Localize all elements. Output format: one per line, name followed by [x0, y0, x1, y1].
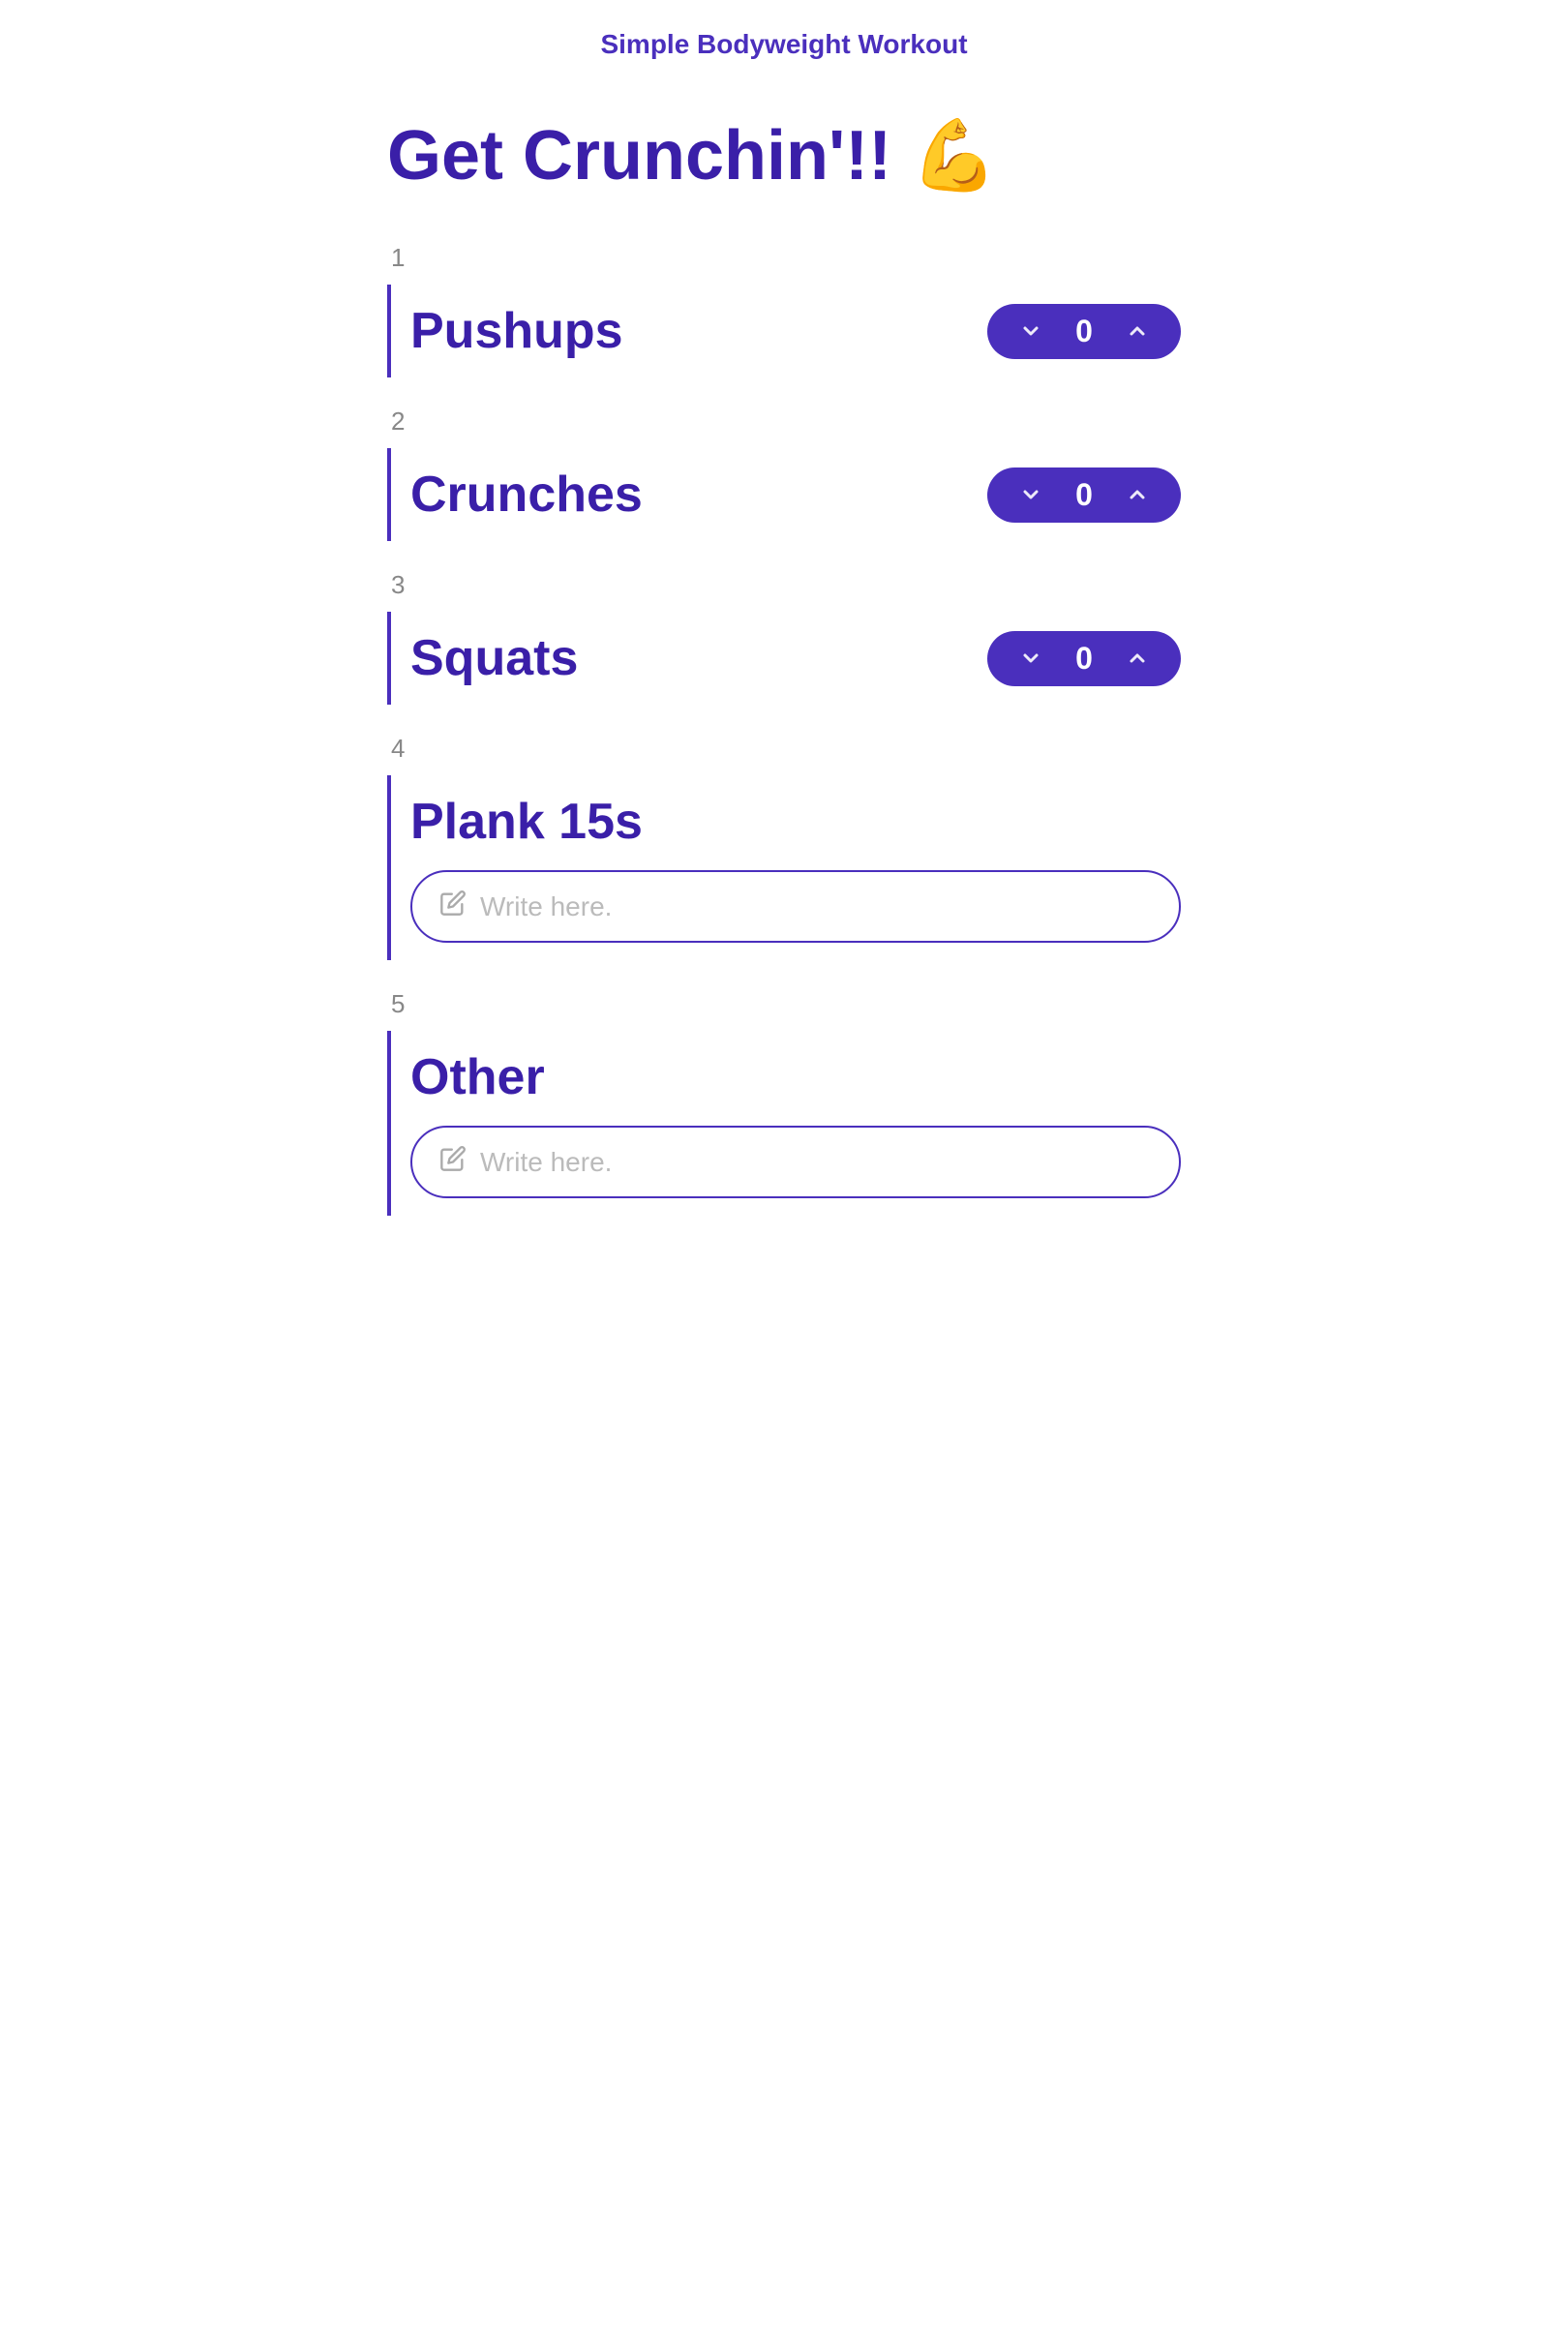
counter-value-1: 0: [1070, 314, 1099, 349]
exercise-row-2: Crunches 0: [387, 448, 1181, 541]
exercise-name-4: Plank 15s: [410, 793, 1181, 851]
exercise-name-1: Pushups: [410, 302, 623, 360]
counter-control-1: 0: [987, 304, 1181, 359]
exercise-section-3: 3 Squats 0: [387, 570, 1181, 705]
exercise-row-3: Squats 0: [387, 612, 1181, 705]
exercise-row-1: Pushups 0: [387, 285, 1181, 377]
text-input-wrapper-5: [410, 1126, 1181, 1198]
exercise-number-1: 1: [387, 243, 1181, 273]
increment-button-2[interactable]: [1122, 479, 1153, 510]
exercise-section-5: 5 Other: [387, 989, 1181, 1216]
exercise-section-4: 4 Plank 15s: [387, 734, 1181, 960]
exercise-row-5: Other: [387, 1031, 1181, 1216]
exercise-name-2: Crunches: [410, 466, 643, 524]
pencil-icon-4: [439, 890, 467, 923]
exercise-number-3: 3: [387, 570, 1181, 600]
text-input-field-5[interactable]: [480, 1147, 1152, 1178]
pencil-icon-5: [439, 1145, 467, 1179]
exercise-number-5: 5: [387, 989, 1181, 1019]
counter-value-3: 0: [1070, 641, 1099, 677]
main-heading: Get Crunchin'!! 💪: [387, 118, 1181, 195]
text-input-wrapper-4: [410, 870, 1181, 943]
text-input-field-4[interactable]: [480, 891, 1152, 922]
exercise-number-4: 4: [387, 734, 1181, 764]
increment-button-3[interactable]: [1122, 643, 1153, 674]
exercise-name-3: Squats: [410, 629, 578, 687]
exercise-number-2: 2: [387, 407, 1181, 437]
exercise-section-1: 1 Pushups 0: [387, 243, 1181, 377]
exercise-section-2: 2 Crunches 0: [387, 407, 1181, 541]
decrement-button-2[interactable]: [1015, 479, 1046, 510]
page-title: Simple Bodyweight Workout: [387, 0, 1181, 79]
exercise-row-4: Plank 15s: [387, 775, 1181, 960]
decrement-button-1[interactable]: [1015, 316, 1046, 347]
decrement-button-3[interactable]: [1015, 643, 1046, 674]
exercise-name-5: Other: [410, 1048, 1181, 1106]
counter-value-2: 0: [1070, 477, 1099, 513]
increment-button-1[interactable]: [1122, 316, 1153, 347]
counter-control-3: 0: [987, 631, 1181, 686]
counter-control-2: 0: [987, 467, 1181, 523]
